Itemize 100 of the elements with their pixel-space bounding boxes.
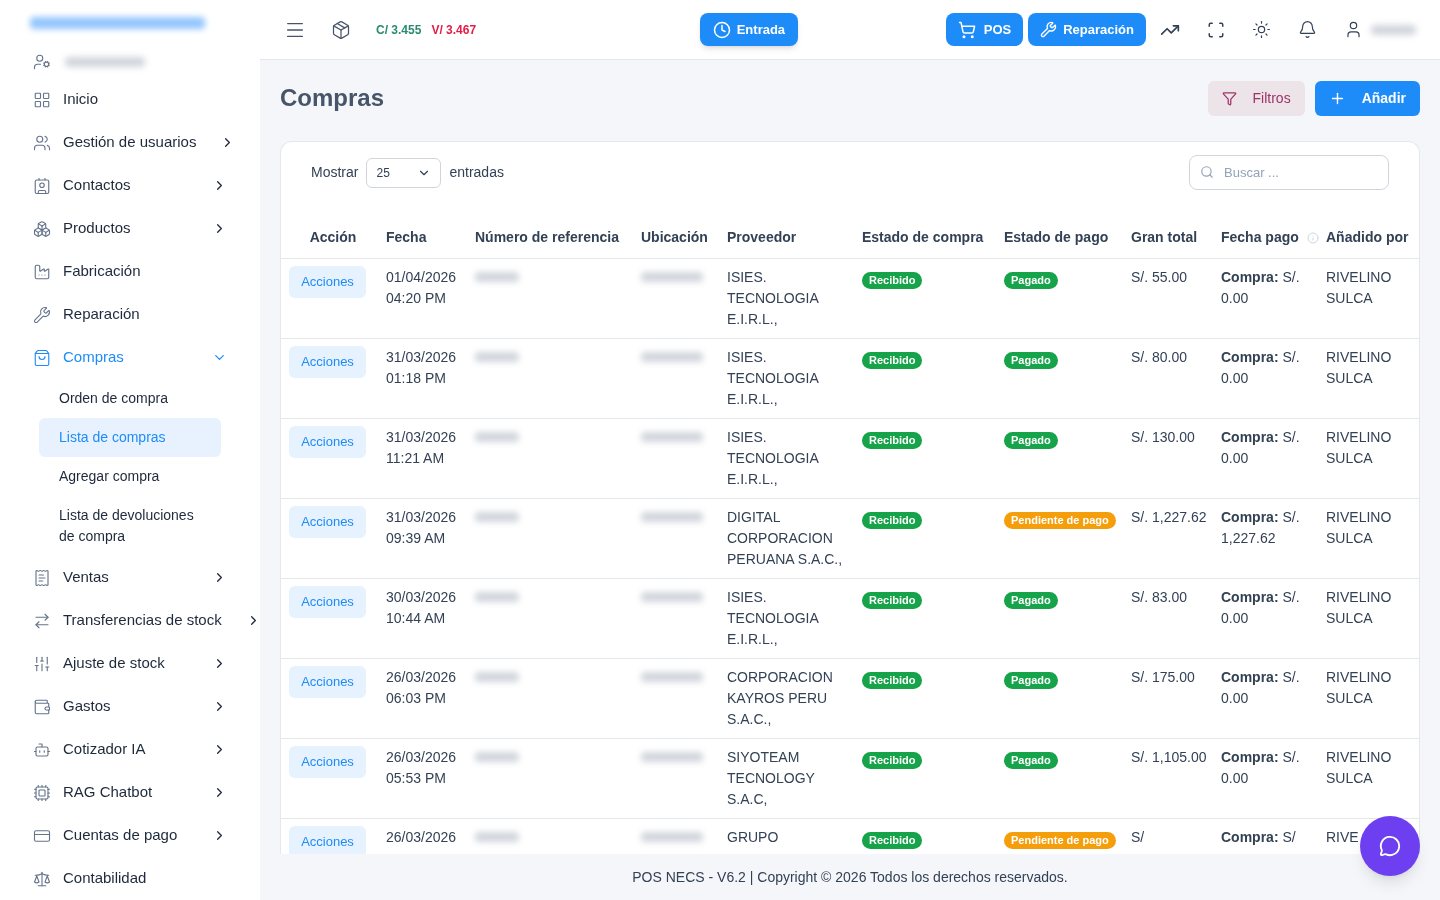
total-cell-text: S/. 1,227.62: [1131, 507, 1207, 527]
paid-cell-text: Compra: S/. 0.00: [1221, 587, 1301, 628]
menu-label: Contactos: [63, 175, 131, 196]
status-badge: Recibido: [862, 271, 923, 289]
column-header: Fecha pago: [1221, 228, 1299, 248]
sidebar-item[interactable]: Inicio: [0, 78, 260, 121]
blurred-text: [475, 431, 519, 442]
supplier-cell-text: ISIES. TECNOLOGIA E.I.R.L.,: [727, 587, 820, 649]
filter-icon: [1221, 90, 1237, 106]
fullscreen-icon[interactable]: [1207, 20, 1225, 39]
blurred-text: [475, 671, 519, 682]
column-header: Fecha: [386, 228, 427, 248]
menu-label: Inicio: [63, 89, 99, 110]
sidebar-item[interactable]: Gastos: [0, 685, 260, 728]
blurred-text: [475, 511, 519, 522]
total-cell-text: S/. 175.00: [1131, 667, 1196, 687]
paid-cell-text: Compra: S/. 1,227.62: [1221, 507, 1301, 548]
blurred-text: [475, 751, 519, 762]
supplier-cell-text: ISIES. TECNOLOGIA E.I.R.L.,: [727, 267, 820, 329]
blurred-text: [641, 591, 703, 602]
menu-label: Compras: [63, 347, 124, 368]
menu-label: Reparación: [63, 304, 140, 325]
status-badge: Recibido: [862, 431, 923, 449]
submenu-item[interactable]: Lista de devoluciones de compra: [39, 496, 221, 556]
total-cell-text: S/. 55.00: [1131, 267, 1189, 287]
info-icon: [1306, 231, 1319, 244]
sidebar-item[interactable]: Fabricación: [0, 250, 260, 293]
blurred-text: [641, 351, 703, 362]
column-header: Acción: [309, 228, 357, 248]
bell-icon[interactable]: [1298, 20, 1317, 39]
blurred-text: [641, 831, 703, 842]
clock-icon: [712, 20, 731, 39]
status-badge: Recibido: [862, 671, 923, 689]
menu-label: Cuentas de pago: [63, 825, 178, 846]
menu-label: Cotizador IA: [63, 739, 146, 760]
menu-label: Ajuste de stock: [63, 653, 165, 674]
wrench-icon: [1040, 21, 1058, 38]
status-badge: Pagado: [1004, 351, 1058, 369]
sidebar-item[interactable]: Cuentas de pago: [0, 814, 260, 857]
time-cell-text: 09:39 AM: [386, 528, 447, 548]
added-by-cell-text: RIVELINO SULCA: [1326, 587, 1393, 628]
box-icon[interactable]: [331, 19, 351, 40]
added-by-cell-text: RIVE: [1326, 827, 1359, 847]
filter-button[interactable]: Filtros: [1207, 80, 1305, 116]
sell-rate: V/ 3.467: [431, 21, 477, 39]
paid-cell-text: Compra: S/: [1221, 827, 1297, 847]
sidebar-item[interactable]: Productos: [0, 207, 260, 250]
blurred-text: [475, 831, 519, 842]
blurred-text: [641, 751, 703, 762]
menu-label: Productos: [63, 218, 131, 239]
blurred-text: [641, 271, 703, 282]
blurred-text: [475, 271, 519, 282]
sidebar-item[interactable]: Gestión de usuarios: [0, 121, 260, 164]
blurred-text: [641, 671, 703, 682]
submenu-item[interactable]: Orden de compra: [39, 379, 221, 418]
date-cell-text: 31/03/2026: [386, 347, 458, 367]
search-field[interactable]: Buscar ...: [1189, 155, 1389, 190]
paid-cell-text: Compra: S/. 0.00: [1221, 667, 1301, 708]
total-cell-text: S/. 1,105.00: [1131, 747, 1207, 767]
sidebar-item[interactable]: Transferencias de stock: [0, 599, 260, 642]
column-header: Ubicación: [641, 228, 708, 248]
sidebar-item[interactable]: RAG Chatbot: [0, 771, 260, 814]
status-badge: Recibido: [862, 351, 923, 369]
sidebar-item[interactable]: Reparación: [0, 293, 260, 336]
user-icon[interactable]: [1344, 20, 1363, 39]
submenu-item[interactable]: Agregar compra: [39, 457, 221, 496]
menu-label: Gestión de usuarios: [63, 132, 197, 153]
supplier-cell-text: GRUPO: [727, 827, 780, 847]
blurred-text: [1371, 24, 1416, 35]
added-by-cell-text: RIVELINO SULCA: [1326, 507, 1393, 548]
sun-icon[interactable]: [1252, 20, 1271, 39]
time-cell-text: 11:21 AM: [386, 448, 446, 468]
sidebar-item[interactable]: Compras: [0, 336, 260, 379]
sidebar-item[interactable]: Ajuste de stock: [0, 642, 260, 685]
sidebar-item[interactable]: Cotizador IA: [0, 728, 260, 771]
blurred-text: [641, 431, 703, 442]
search-icon: [1200, 165, 1214, 179]
status-badge: Recibido: [862, 751, 923, 769]
total-cell-text: S/. 130.00: [1131, 427, 1196, 447]
date-cell-text: 30/03/2026: [386, 587, 458, 607]
time-cell-text: 05:53 PM: [386, 768, 447, 788]
sidebar-item[interactable]: Contactos: [0, 164, 260, 207]
time-cell-text: 01:18 PM: [386, 368, 447, 388]
column-header: Añadido por: [1326, 228, 1409, 248]
user-settings-icon: [33, 52, 51, 71]
show-label: Mostrar: [311, 163, 359, 182]
sidebar-item[interactable]: Ventas: [0, 556, 260, 599]
page-size-select[interactable]: 25: [366, 157, 442, 188]
date-cell-text: 26/03/2026: [386, 667, 458, 687]
supplier-cell-text: SIYOTEAM TECNOLOGY S.A.C,: [727, 747, 816, 809]
total-cell-text: S/: [1131, 827, 1146, 847]
status-badge: Pagado: [1004, 431, 1058, 449]
time-cell-text: 10:44 AM: [386, 608, 447, 628]
added-by-cell-text: RIVELINO SULCA: [1326, 347, 1393, 388]
copyright-text: POS NECS - V6.2 | Copyright © 2026 Todos los derechos reservados.: [632, 867, 1068, 887]
menu-label: Fabricación: [63, 261, 141, 282]
status-badge: Recibido: [862, 831, 923, 849]
page-title: Compras: [280, 83, 386, 113]
paid-cell-text: Compra: S/. 0.00: [1221, 347, 1301, 388]
sidebar-item[interactable]: Contabilidad: [0, 857, 260, 900]
